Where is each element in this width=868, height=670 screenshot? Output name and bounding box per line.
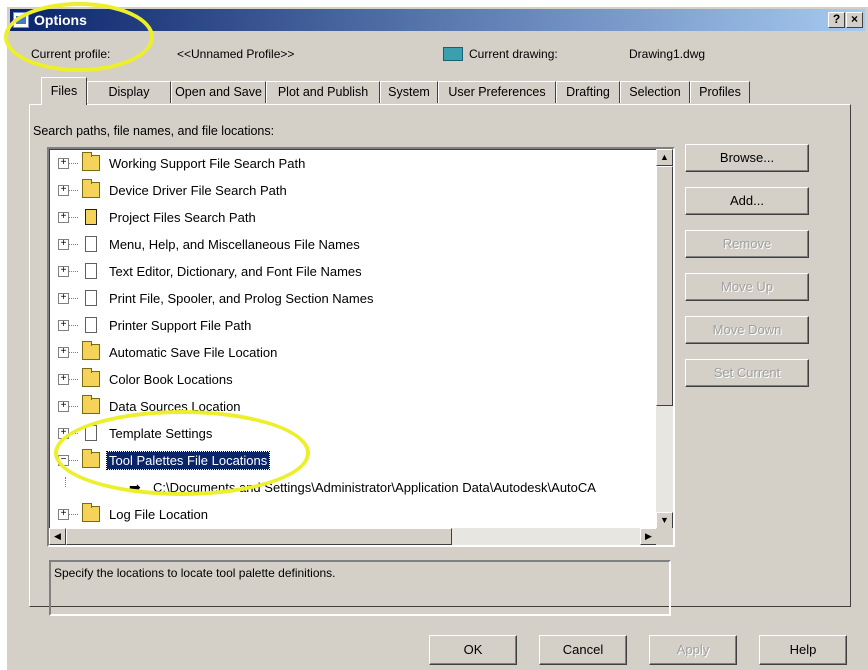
tab-files[interactable]: Files — [41, 77, 87, 105]
tree-line — [69, 162, 78, 164]
tree-node-label: Menu, Help, and Miscellaneous File Names — [109, 236, 360, 252]
document-icon — [85, 317, 97, 333]
tree-node[interactable]: + Color Book Locations — [49, 368, 649, 389]
expand-icon[interactable]: + — [58, 184, 69, 196]
tree-node[interactable]: + Project Files Search Path — [49, 207, 649, 227]
apply-button[interactable]: Apply — [649, 635, 737, 665]
tree-node-label: Print File, Spooler, and Prolog Section … — [109, 290, 374, 306]
scroll-right-icon[interactable]: ▶ — [640, 528, 657, 545]
highlight-circle-title — [4, 2, 154, 72]
folder-icon — [82, 368, 100, 387]
expand-icon[interactable]: + — [58, 157, 69, 169]
tree-node-label: Printer Support File Path — [109, 317, 252, 333]
panel-label: Search paths, file names, and file locat… — [33, 124, 275, 138]
tree-node-label: Working Support File Search Path — [109, 155, 306, 171]
tree-line — [69, 189, 78, 191]
tab-user-preferences[interactable]: User Preferences — [438, 81, 556, 103]
tree-node-label: Device Driver File Search Path — [109, 182, 287, 198]
document-icon — [85, 290, 97, 306]
help-title-button[interactable]: ? — [828, 12, 845, 28]
expand-icon[interactable]: + — [58, 211, 69, 223]
tab-profiles[interactable]: Profiles — [690, 81, 750, 103]
ok-button[interactable]: OK — [429, 635, 517, 665]
folder-icon — [82, 395, 100, 414]
scroll-up-icon[interactable]: ▲ — [656, 149, 673, 166]
tab-selection[interactable]: Selection — [620, 81, 690, 103]
tree-line — [69, 405, 78, 407]
scroll-corner — [656, 528, 673, 545]
tree-line — [69, 216, 78, 218]
document-icon — [85, 263, 97, 279]
current-profile-value: <<Unnamed Profile>> — [177, 47, 295, 61]
tree-line — [69, 513, 78, 515]
tab-plot-and-publish[interactable]: Plot and Publish — [266, 81, 380, 103]
expand-icon[interactable]: + — [58, 400, 69, 412]
cancel-button[interactable]: Cancel — [539, 635, 627, 665]
scroll-left-icon[interactable]: ◀ — [49, 528, 66, 545]
expand-icon[interactable]: + — [58, 373, 69, 385]
expand-icon[interactable]: + — [58, 319, 69, 331]
tree-node-label: Log File Location — [109, 506, 209, 522]
move-down-button[interactable]: Move Down — [685, 316, 809, 344]
expand-icon[interactable]: + — [58, 508, 69, 520]
tree-node[interactable]: + Menu, Help, and Miscellaneous File Name… — [49, 234, 649, 254]
tree-node[interactable]: + Printer Support File Path — [49, 315, 649, 335]
folder-icon — [82, 341, 100, 360]
tree-node-label: Automatic Save File Location — [109, 344, 278, 360]
tree-node[interactable]: + Print File, Spooler, and Prolog Section… — [49, 288, 649, 308]
tree-node-label: Text Editor, Dictionary, and Font File N… — [109, 263, 362, 279]
drawing-icon — [443, 47, 463, 61]
tree-line — [69, 351, 78, 353]
document-icon — [85, 236, 97, 252]
expand-icon[interactable]: + — [58, 346, 69, 358]
tab-system[interactable]: System — [380, 81, 438, 103]
tree-node[interactable]: + Automatic Save File Location — [49, 341, 649, 362]
vertical-scrollbar[interactable]: ▲ ▼ — [656, 149, 673, 529]
options-dialog: Options ? × Current profile: <<Unnamed P… — [6, 6, 868, 670]
tree-node[interactable]: + Device Driver File Search Path — [49, 179, 649, 200]
current-drawing-value: Drawing1.dwg — [629, 47, 706, 61]
expand-icon[interactable]: + — [58, 292, 69, 304]
tree-line — [65, 477, 66, 487]
tree-node-label: Project Files Search Path — [109, 209, 256, 225]
tree-line — [69, 297, 78, 299]
move-up-button[interactable]: Move Up — [685, 273, 809, 301]
tree-line — [69, 243, 78, 245]
description-box: Specify the locations to locate tool pal… — [49, 560, 671, 616]
tab-display[interactable]: Display — [87, 81, 171, 103]
scroll-down-icon[interactable]: ▼ — [656, 512, 673, 529]
folder-icon — [82, 179, 100, 198]
expand-icon[interactable]: + — [58, 238, 69, 250]
horizontal-scrollbar[interactable]: ◀ ▶ — [49, 528, 657, 545]
vertical-scroll-thumb[interactable] — [656, 166, 673, 406]
tree-line — [69, 378, 78, 380]
tree-node[interactable]: + Working Support File Search Path — [49, 152, 649, 173]
tree-node[interactable]: + Text Editor, Dictionary, and Font File … — [49, 261, 649, 281]
folder-icon — [82, 152, 100, 171]
current-drawing-label: Current drawing: — [469, 47, 558, 61]
help-button[interactable]: Help — [759, 635, 847, 665]
folder-icon — [82, 503, 100, 522]
set-current-button[interactable]: Set Current — [685, 359, 809, 387]
project-icon — [85, 209, 97, 225]
tree-line — [69, 270, 78, 272]
tree-node-label: Color Book Locations — [109, 371, 233, 387]
expand-icon[interactable]: + — [58, 265, 69, 277]
remove-button[interactable]: Remove — [685, 230, 809, 258]
tab-open-and-save[interactable]: Open and Save — [171, 81, 266, 103]
highlight-circle-tool-palettes — [54, 410, 310, 496]
tree-node[interactable]: + Log File Location — [49, 503, 649, 524]
browse-button[interactable]: Browse... — [685, 144, 809, 172]
tree-line — [69, 324, 78, 326]
add-button[interactable]: Add... — [685, 187, 809, 215]
tab-drafting[interactable]: Drafting — [556, 81, 620, 103]
close-button[interactable]: × — [846, 12, 863, 28]
horizontal-scroll-thumb[interactable] — [66, 528, 452, 545]
